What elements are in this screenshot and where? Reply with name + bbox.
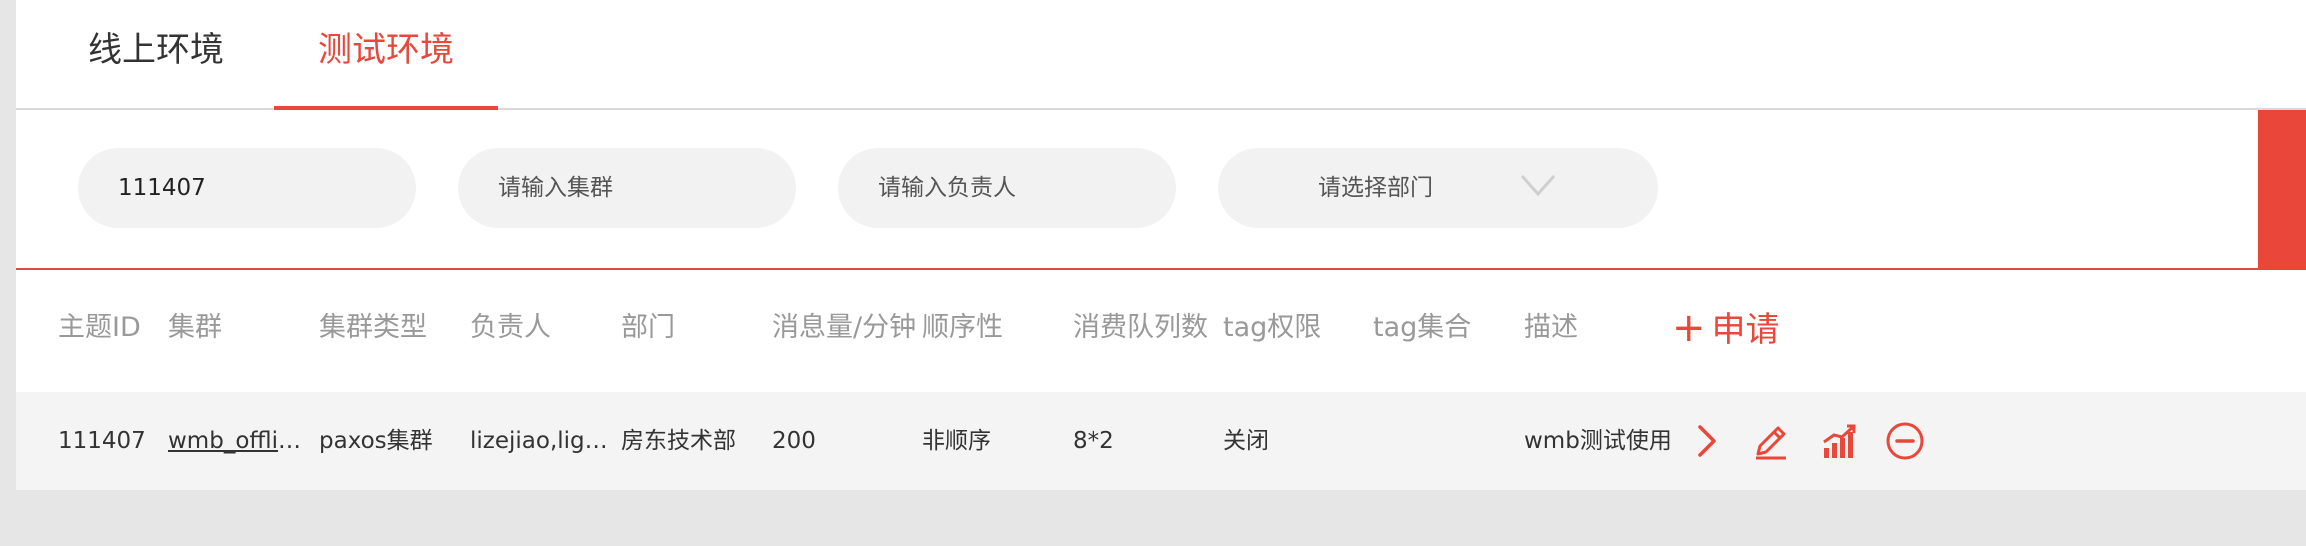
cell-queues: 8*2 bbox=[1073, 428, 1114, 454]
header-tag-permission: tag权限 bbox=[1223, 312, 1322, 343]
header-tag-set: tag集合 bbox=[1373, 312, 1472, 343]
filter-bar: 请选择部门 bbox=[16, 110, 2306, 270]
owner-input[interactable] bbox=[838, 148, 1176, 228]
cell-description: wmb测试使用 bbox=[1524, 428, 1672, 454]
remove-circle-icon[interactable] bbox=[1882, 418, 1928, 464]
plus-icon: + bbox=[1672, 305, 1706, 351]
header-topic-id: 主题ID bbox=[58, 312, 141, 343]
cell-department: 房东技术部 bbox=[621, 428, 736, 454]
cell-order: 非顺序 bbox=[922, 428, 991, 454]
cell-msg-per-min: 200 bbox=[772, 428, 816, 454]
header-cluster-type: 集群类型 bbox=[319, 312, 427, 343]
header-msg-per-min: 消息量/分钟 bbox=[772, 312, 917, 343]
header-owner: 负责人 bbox=[470, 312, 551, 343]
department-select[interactable]: 请选择部门 bbox=[1218, 148, 1658, 228]
table-row: 111407 wmb_offline_cluster paxos集群 lizej… bbox=[16, 392, 2306, 490]
topic-panel: 线上环境 测试环境 请选择部门 主题ID 集群 集群类型 负责人 部门 消息量/… bbox=[16, 0, 2306, 490]
header-department: 部门 bbox=[621, 312, 675, 343]
apply-button[interactable]: + 申请 bbox=[1672, 272, 1780, 386]
env-tabs: 线上环境 测试环境 bbox=[16, 0, 2306, 112]
stats-chart-icon[interactable] bbox=[1816, 418, 1862, 464]
apply-button-label: 申请 bbox=[1711, 310, 1780, 350]
tab-test-env[interactable]: 测试环境 bbox=[274, 0, 498, 112]
chevron-down-icon bbox=[1520, 175, 1556, 197]
header-queues: 消费队列数 bbox=[1073, 312, 1208, 343]
table-header: 主题ID 集群 集群类型 负责人 部门 消息量/分钟 顺序性 消费队列数 tag… bbox=[16, 272, 2306, 392]
cell-cluster-link[interactable]: wmb_offline_cluster bbox=[168, 392, 308, 490]
search-side-button[interactable] bbox=[2258, 110, 2306, 268]
page: 线上环境 测试环境 请选择部门 主题ID 集群 集群类型 负责人 部门 消息量/… bbox=[0, 0, 2306, 546]
edit-pencil-icon[interactable] bbox=[1748, 418, 1794, 464]
chevron-right-icon[interactable] bbox=[1684, 418, 1730, 464]
cell-topic-id: 111407 bbox=[58, 428, 146, 454]
header-description: 描述 bbox=[1524, 312, 1578, 343]
department-select-placeholder: 请选择部门 bbox=[1318, 175, 1433, 201]
topic-id-input[interactable] bbox=[78, 148, 416, 228]
header-cluster: 集群 bbox=[168, 312, 222, 343]
cell-cluster-type: paxos集群 bbox=[319, 428, 433, 454]
header-order: 顺序性 bbox=[922, 312, 1003, 343]
tab-online-env[interactable]: 线上环境 bbox=[66, 0, 246, 110]
cluster-input[interactable] bbox=[458, 148, 796, 228]
cell-tag-permission: 关闭 bbox=[1223, 428, 1269, 454]
cell-owner: lizejiao,liguiyang bbox=[470, 428, 616, 454]
